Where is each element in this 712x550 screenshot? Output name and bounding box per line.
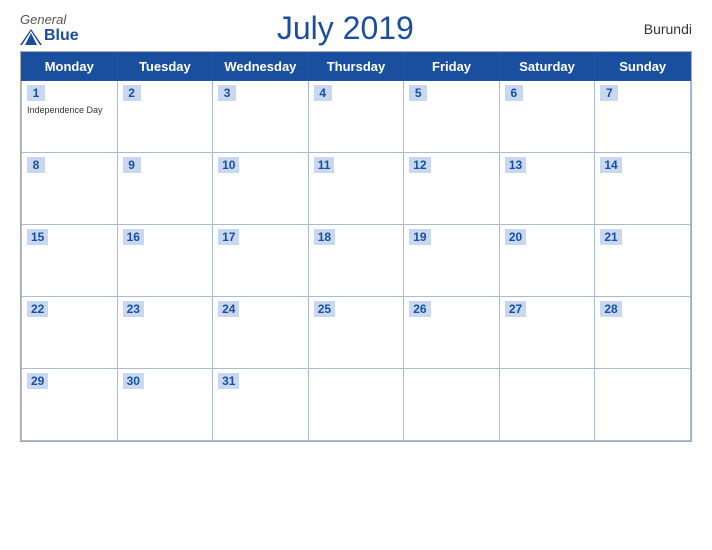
day-cell: 16 [117, 225, 213, 297]
day-number: 27 [505, 301, 526, 317]
day-number: 21 [600, 229, 621, 245]
day-number: 5 [409, 85, 427, 101]
day-cell [308, 369, 404, 441]
day-cell: 25 [308, 297, 404, 369]
day-number: 18 [314, 229, 335, 245]
day-number: 1 [27, 85, 45, 101]
day-number: 29 [27, 373, 48, 389]
day-number: 7 [600, 85, 618, 101]
day-cell: 5 [404, 81, 500, 153]
logo-bird-icon [20, 27, 42, 45]
day-cell: 14 [595, 153, 691, 225]
day-number: 2 [123, 85, 141, 101]
day-number: 6 [505, 85, 523, 101]
day-cell: 2 [117, 81, 213, 153]
col-friday: Friday [404, 53, 500, 81]
day-number: 12 [409, 157, 430, 173]
day-cell: 18 [308, 225, 404, 297]
week-row-3: 15 16 17 18 19 20 21 [22, 225, 691, 297]
day-cell: 15 [22, 225, 118, 297]
day-number: 25 [314, 301, 335, 317]
day-cell: 29 [22, 369, 118, 441]
day-cell: 9 [117, 153, 213, 225]
country-label: Burundi [612, 21, 692, 37]
day-cell: 20 [499, 225, 595, 297]
day-number: 19 [409, 229, 430, 245]
day-cell [499, 369, 595, 441]
calendar: Monday Tuesday Wednesday Thursday Friday… [20, 51, 692, 442]
calendar-title: July 2019 [277, 10, 414, 47]
day-cell: 4 [308, 81, 404, 153]
event-label: Independence Day [27, 105, 112, 115]
day-number: 10 [218, 157, 239, 173]
day-number: 23 [123, 301, 144, 317]
logo-general-text: General [20, 12, 66, 27]
logo-blue-container: Blue [20, 27, 79, 45]
day-number: 24 [218, 301, 239, 317]
day-cell: 27 [499, 297, 595, 369]
day-number: 11 [314, 157, 335, 173]
day-cell: 13 [499, 153, 595, 225]
col-thursday: Thursday [308, 53, 404, 81]
calendar-table: Monday Tuesday Wednesday Thursday Friday… [21, 52, 691, 441]
day-cell: 24 [213, 297, 309, 369]
day-number: 16 [123, 229, 144, 245]
col-tuesday: Tuesday [117, 53, 213, 81]
day-number: 30 [123, 373, 144, 389]
week-row-1: 1 Independence Day 2 3 4 5 6 7 [22, 81, 691, 153]
day-cell: 23 [117, 297, 213, 369]
day-cell: 12 [404, 153, 500, 225]
day-number: 17 [218, 229, 239, 245]
col-sunday: Sunday [595, 53, 691, 81]
day-cell: 11 [308, 153, 404, 225]
day-number: 13 [505, 157, 526, 173]
day-number: 31 [218, 373, 239, 389]
day-number: 20 [505, 229, 526, 245]
day-number: 28 [600, 301, 621, 317]
day-number: 8 [27, 157, 45, 173]
week-row-5: 29 30 31 [22, 369, 691, 441]
day-number: 4 [314, 85, 332, 101]
day-cell: 31 [213, 369, 309, 441]
day-cell: 28 [595, 297, 691, 369]
day-cell: 22 [22, 297, 118, 369]
logo-blue-text: Blue [44, 27, 79, 45]
logo: General Blue [20, 12, 79, 45]
day-cell: 17 [213, 225, 309, 297]
day-cell: 19 [404, 225, 500, 297]
col-saturday: Saturday [499, 53, 595, 81]
week-row-4: 22 23 24 25 26 27 28 [22, 297, 691, 369]
day-cell: 1 Independence Day [22, 81, 118, 153]
week-row-2: 8 9 10 11 12 13 14 [22, 153, 691, 225]
day-cell: 21 [595, 225, 691, 297]
day-cell: 6 [499, 81, 595, 153]
col-monday: Monday [22, 53, 118, 81]
day-cell: 30 [117, 369, 213, 441]
day-cell: 8 [22, 153, 118, 225]
header-row: Monday Tuesday Wednesday Thursday Friday… [22, 53, 691, 81]
day-cell [404, 369, 500, 441]
day-number: 3 [218, 85, 236, 101]
day-number: 14 [600, 157, 621, 173]
day-number: 9 [123, 157, 141, 173]
day-number: 22 [27, 301, 48, 317]
day-number: 26 [409, 301, 430, 317]
day-cell: 7 [595, 81, 691, 153]
day-cell: 10 [213, 153, 309, 225]
day-number: 15 [27, 229, 48, 245]
day-cell [595, 369, 691, 441]
day-cell: 3 [213, 81, 309, 153]
day-cell: 26 [404, 297, 500, 369]
top-bar: General Blue July 2019 Burundi [20, 10, 692, 47]
col-wednesday: Wednesday [213, 53, 309, 81]
